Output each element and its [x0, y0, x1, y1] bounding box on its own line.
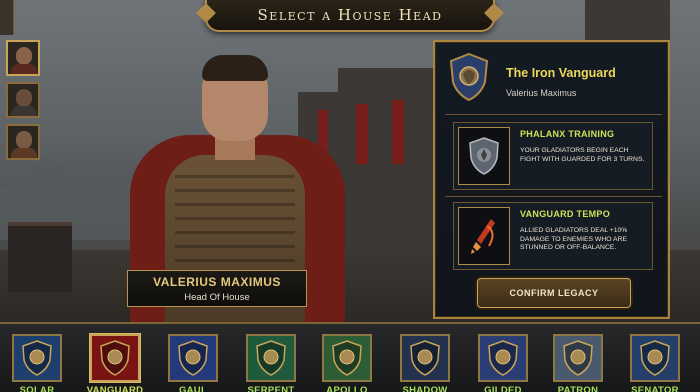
- house-tile-frame: [168, 334, 218, 382]
- house-tile-vanguard[interactable]: VANGUARD: [87, 334, 143, 392]
- house-name: The Iron Vanguard: [506, 66, 616, 80]
- brazier: [8, 222, 72, 292]
- portrait-strip-edge: [0, 0, 14, 35]
- house-tile-frame: [12, 334, 62, 382]
- character-hair: [202, 55, 268, 81]
- house-tile-gaul[interactable]: GAUL: [168, 334, 220, 392]
- house-leader-name: Valerius Maximus: [506, 88, 577, 98]
- background-banner: [392, 100, 404, 164]
- house-tile-frame: [400, 334, 450, 382]
- house-label: PATRON: [557, 385, 599, 392]
- house-tile-serpent[interactable]: SERPENT: [246, 334, 298, 392]
- leader-role: Head Of House: [184, 292, 250, 303]
- house-tile-frame: [553, 334, 603, 382]
- skull-crest-icon: [410, 340, 440, 376]
- portrait-elder[interactable]: [6, 124, 40, 160]
- house-label: APOLLO: [326, 385, 368, 392]
- confirm-legacy-label: CONFIRM LEGACY: [509, 288, 599, 298]
- portrait-face: [16, 131, 32, 149]
- panel-divider: [445, 114, 662, 115]
- lion-crest-icon: [178, 340, 208, 376]
- sword-icon: [458, 207, 510, 265]
- panel-divider: [445, 196, 662, 197]
- ability-card-phalanx: PHALANX TRAINING Your gladiators begin e…: [453, 122, 653, 190]
- ability-card-tempo: VANGUARD TEMPO Allied gladiators deal +1…: [453, 202, 653, 270]
- house-tile-frame: [630, 334, 680, 382]
- house-tile-solar[interactable]: SOLAR: [12, 334, 64, 392]
- house-tile-frame: [322, 334, 372, 382]
- ability-title: VANGUARD TEMPO: [520, 209, 611, 219]
- house-label: GILDED: [484, 385, 522, 392]
- house-label: SHADOW: [402, 385, 448, 392]
- helmet-crest-icon: [563, 340, 593, 376]
- house-label: GAUL: [178, 385, 208, 392]
- house-label: SOLAR: [19, 385, 55, 392]
- house-tile-senator[interactable]: SENATOR: [630, 334, 682, 392]
- page-title: Select a House Head: [257, 6, 443, 24]
- confirm-legacy-button[interactable]: CONFIRM LEGACY: [477, 278, 631, 308]
- shield-crest-icon: [100, 340, 130, 376]
- house-tile-frame: [478, 334, 528, 382]
- background-banner: [356, 104, 368, 164]
- house-selection-bar: SOLAR VANGUARD GAUL SERPENT APOLLO SHADOW GILD…: [0, 322, 700, 392]
- leader-name: VALERIUS MAXIMUS: [153, 275, 281, 289]
- swords-crest-icon: [640, 340, 670, 376]
- shield-icon: [458, 127, 510, 185]
- house-tile-frame: [246, 334, 296, 382]
- house-tile-shadow[interactable]: SHADOW: [400, 334, 452, 392]
- house-crest-icon: [447, 52, 491, 102]
- house-tile-patron[interactable]: PATRON: [553, 334, 605, 392]
- house-tile-frame: [90, 334, 140, 382]
- background-tower-center: [338, 68, 433, 258]
- portrait-body: [11, 148, 37, 158]
- title-banner: Select a House Head: [205, 0, 495, 32]
- portrait-body: [11, 106, 37, 116]
- house-tile-gilded[interactable]: GILDED: [478, 334, 530, 392]
- sun-crest-icon: [22, 340, 52, 376]
- laurel-crest-icon: [332, 340, 362, 376]
- portrait-face: [16, 47, 32, 65]
- ability-title: PHALANX TRAINING: [520, 129, 615, 139]
- house-info-panel: The Iron Vanguard Valerius Maximus PHALA…: [433, 40, 670, 319]
- serpent-crest-icon: [256, 340, 286, 376]
- portrait-body: [11, 64, 37, 74]
- portrait-face: [16, 89, 32, 107]
- ability-description: Allied gladiators deal +10% damage to en…: [520, 227, 628, 252]
- portrait-list: [0, 0, 44, 170]
- portrait-leader[interactable]: [6, 40, 40, 76]
- leader-name-plate: VALERIUS MAXIMUS Head Of House: [127, 270, 307, 307]
- portrait-hooded[interactable]: [6, 82, 40, 118]
- eagle-crest-icon: [488, 340, 518, 376]
- house-label: VANGUARD: [86, 385, 144, 392]
- house-label: SENATOR: [631, 385, 679, 392]
- house-tile-apollo[interactable]: APOLLO: [322, 334, 374, 392]
- house-label: SERPENT: [247, 385, 295, 392]
- ability-description: Your gladiators begin each fight with gu…: [520, 147, 645, 163]
